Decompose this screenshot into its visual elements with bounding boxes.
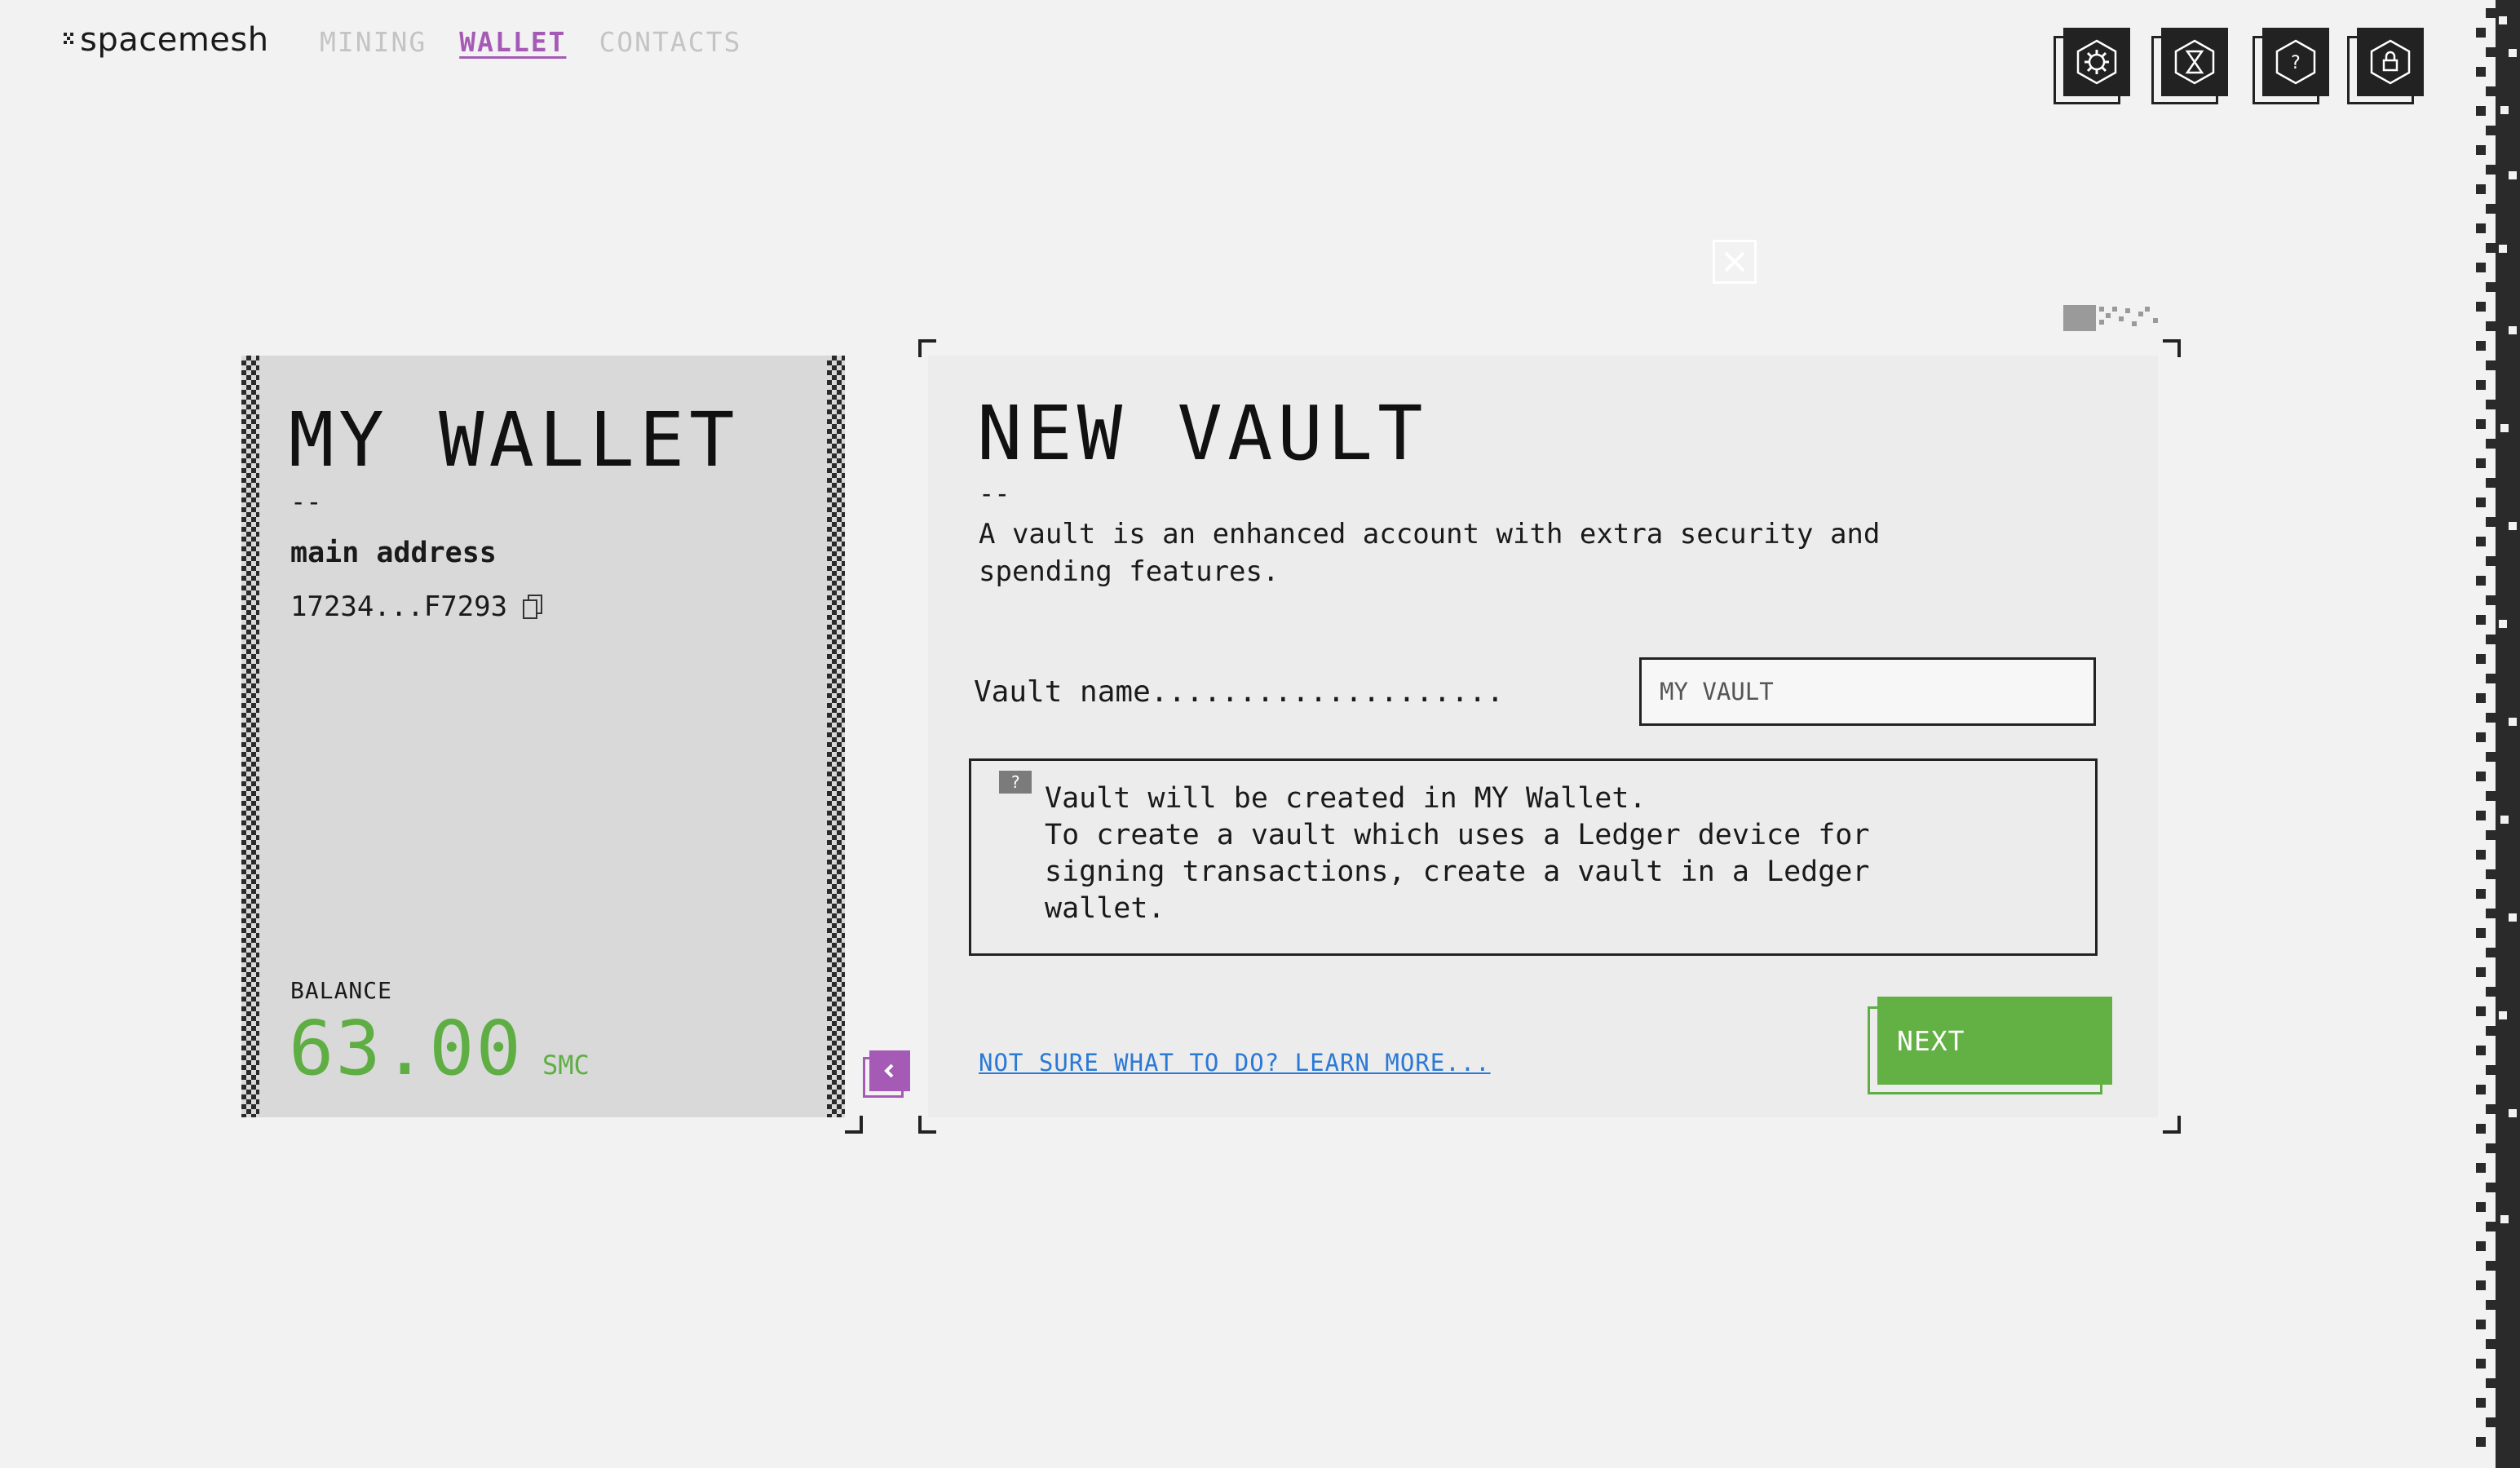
button-face bbox=[2357, 28, 2424, 96]
vault-corner-br bbox=[2163, 1116, 2181, 1134]
lock-button[interactable] bbox=[2347, 28, 2424, 106]
close-icon bbox=[1724, 251, 1745, 272]
vault-title: NEW VAULT bbox=[977, 390, 1428, 477]
button-face bbox=[2161, 28, 2228, 96]
pixel-border-decoration bbox=[2476, 0, 2520, 1468]
address-label: main address bbox=[290, 537, 497, 569]
vault-description: A vault is an enhanced account with extr… bbox=[979, 518, 1881, 588]
lock-icon bbox=[2370, 39, 2411, 85]
info-text: Vault will be created in MY Wallet. To c… bbox=[1045, 782, 1870, 925]
vault-corner-bl bbox=[918, 1116, 936, 1134]
next-button[interactable]: NEXT bbox=[1868, 997, 2112, 1096]
svg-text:?: ? bbox=[2291, 53, 2301, 73]
logo-mark-icon bbox=[64, 33, 73, 44]
vault-corner-tl bbox=[918, 339, 936, 357]
nav-item-wallet[interactable]: WALLET bbox=[459, 26, 566, 58]
wallet-corner-br bbox=[845, 1116, 863, 1134]
button-face bbox=[869, 1050, 910, 1091]
top-toolbar: ? bbox=[2054, 28, 2424, 109]
balance-row: 63.00 SMC bbox=[289, 1005, 590, 1092]
wallet-panel: MY WALLET -- main address 17234...F7293 … bbox=[241, 356, 845, 1117]
button-face bbox=[2063, 28, 2130, 96]
address-value: 17234...F7293 bbox=[290, 590, 508, 623]
button-face: ? bbox=[2262, 28, 2329, 96]
logo-text: spacemesh bbox=[80, 21, 269, 59]
info-box: ? Vault will be created in MY Wallet. To… bbox=[969, 758, 2098, 956]
address-row: 17234...F7293 bbox=[290, 590, 543, 623]
close-button[interactable] bbox=[1713, 240, 1757, 284]
settings-icon bbox=[2076, 39, 2117, 85]
new-vault-panel: NEW VAULT -- A vault is an enhanced acco… bbox=[928, 356, 2158, 1117]
nav-item-contacts[interactable]: CONTACTS bbox=[599, 26, 741, 58]
wallet-title: MY WALLET bbox=[289, 396, 740, 484]
main-nav: MINING WALLET CONTACTS bbox=[320, 26, 741, 58]
wallet-divider: -- bbox=[290, 486, 322, 517]
collapse-button[interactable] bbox=[863, 1050, 910, 1099]
balance-value: 63.00 bbox=[289, 1005, 523, 1092]
help-badge-icon: ? bbox=[999, 771, 1032, 794]
vault-name-input[interactable] bbox=[1639, 657, 2096, 726]
balance-unit: SMC bbox=[542, 1050, 590, 1081]
vault-divider: -- bbox=[979, 478, 1010, 509]
next-button-label: NEXT bbox=[1877, 997, 2112, 1085]
learn-more-link[interactable]: NOT SURE WHAT TO DO? LEARN MORE... bbox=[979, 1049, 1491, 1077]
right-checker-border bbox=[827, 356, 845, 1117]
chevron-left-icon bbox=[884, 1063, 894, 1078]
network-button[interactable] bbox=[2151, 28, 2228, 106]
settings-button[interactable] bbox=[2054, 28, 2130, 106]
copy-icon[interactable] bbox=[522, 594, 543, 620]
pixel-decoration bbox=[2063, 305, 2158, 331]
balance-label: BALANCE bbox=[290, 977, 393, 1004]
vault-corner-tr bbox=[2163, 339, 2181, 357]
spacemesh-logo: spacemesh bbox=[64, 21, 269, 59]
network-icon bbox=[2174, 39, 2215, 85]
help-icon: ? bbox=[2275, 39, 2316, 85]
nav-item-mining[interactable]: MINING bbox=[320, 26, 427, 58]
help-button[interactable]: ? bbox=[2253, 28, 2329, 106]
left-checker-border bbox=[241, 356, 259, 1117]
vault-name-label: Vault name.................... bbox=[974, 675, 1505, 709]
